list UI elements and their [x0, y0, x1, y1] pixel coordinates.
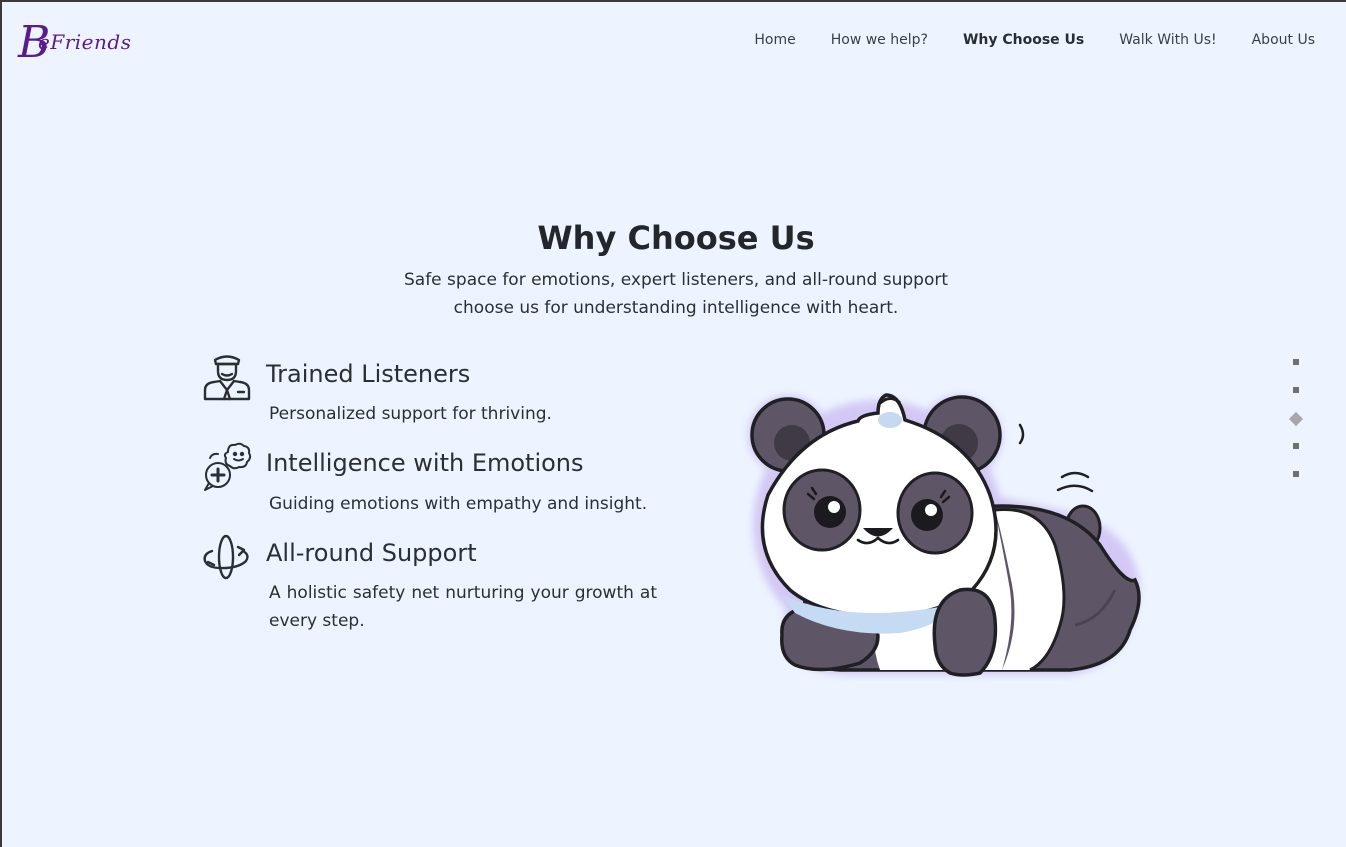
pagination-dot-5[interactable] — [1293, 471, 1299, 477]
nav-about-us[interactable]: About Us — [1252, 30, 1315, 50]
section-title: Why Choose Us — [537, 219, 815, 257]
listener-icon — [203, 355, 251, 401]
panda-illustration — [748, 393, 1141, 677]
feature-desc-all-round-support: A holistic safety net nurturing your gro… — [269, 583, 657, 631]
nav-home[interactable]: Home — [754, 30, 795, 50]
section-subtitle: Safe space for emotions, expert listener… — [0, 266, 1346, 322]
feature-desc-intelligence-with-emotions: Guiding emotions with empathy and insigh… — [269, 494, 648, 514]
section-pagination — [1288, 356, 1304, 486]
pagination-dot-3-active[interactable] — [1288, 411, 1304, 427]
logo-text: eFriends — [38, 30, 132, 54]
feature-title-intelligence-with-emotions: Intelligence with Emotions — [266, 449, 584, 477]
nav-how-we-help[interactable]: How we help? — [831, 30, 928, 50]
pagination-dot-1[interactable] — [1293, 359, 1299, 365]
feature-title-trained-listeners: Trained Listeners — [266, 360, 471, 388]
feature-desc-trained-listeners: Personalized support for thriving. — [269, 404, 552, 424]
emotions-chat-icon — [204, 442, 252, 491]
feature-title-all-round-support: All-round Support — [266, 539, 477, 567]
window-left-border — [0, 0, 2, 847]
window-top-border — [0, 0, 1346, 2]
subtitle-line-2: choose us for understanding intelligence… — [453, 298, 899, 318]
pagination-dot-4[interactable] — [1293, 443, 1299, 449]
main-nav: Home How we help? Why Choose Us Walk Wit… — [719, 30, 1315, 50]
subtitle-line-1: Safe space for emotions, expert listener… — [403, 270, 949, 290]
nav-walk-with-us[interactable]: Walk With Us! — [1119, 30, 1216, 50]
pagination-dot-2[interactable] — [1293, 387, 1299, 393]
orbit-support-icon — [203, 534, 249, 580]
nav-why-choose-us[interactable]: Why Choose Us — [963, 30, 1084, 50]
